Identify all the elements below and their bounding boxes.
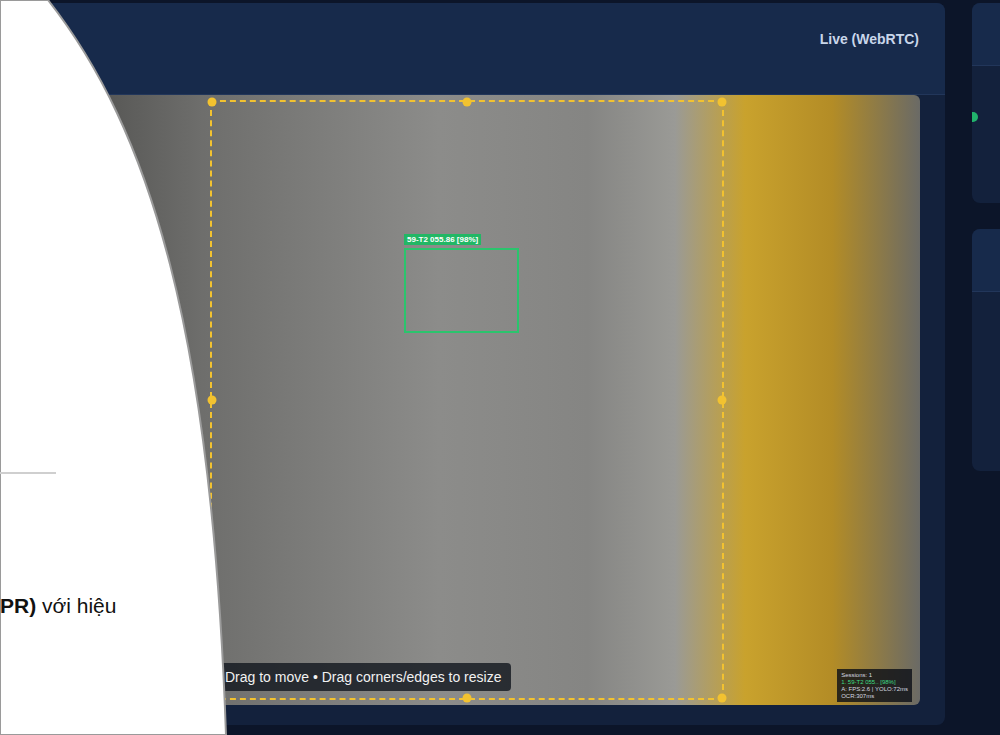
page: Live (WebRTC) 59-T2 055.86 [98%] Drag to m…	[0, 0, 1000, 735]
plate-label: 59-T2 055.86 [98%]	[404, 234, 481, 245]
stat-line: Sessions: 1	[841, 672, 908, 678]
roi-handle[interactable]	[208, 98, 217, 107]
stats-overlay: Sessions: 11. 59-T2 055.. [98%]A: FPS:2.…	[837, 669, 912, 702]
slide-text: PR) với hiệu	[0, 594, 116, 618]
roi-handle[interactable]	[208, 396, 217, 405]
roi-handle[interactable]	[718, 396, 727, 405]
slide-divider	[0, 472, 56, 474]
side-card	[972, 3, 1000, 203]
side-card-header	[972, 229, 1000, 292]
stat-line: A: FPS:2.6 | YOLO:72ms	[841, 686, 908, 692]
side-card-header	[972, 3, 1000, 66]
roi-handle[interactable]	[718, 98, 727, 107]
stat-line: 1. 59-T2 055.. [98%]	[841, 679, 908, 685]
roi-hint: Drag to move • Drag corners/edges to res…	[215, 663, 511, 691]
stat-line: OCR:307ms	[841, 693, 908, 699]
roi-box[interactable]	[210, 100, 724, 700]
panel-header: Live (WebRTC)	[0, 3, 945, 95]
roi-handle[interactable]	[463, 694, 472, 703]
side-card	[972, 229, 1000, 471]
side-card-body	[972, 292, 1000, 348]
status-dot	[972, 338, 978, 348]
roi-handle[interactable]	[718, 694, 727, 703]
roi-handle[interactable]	[463, 98, 472, 107]
plate-box	[404, 248, 519, 333]
side-card-body	[972, 66, 1000, 122]
slide-curve	[0, 0, 240, 735]
side-column	[972, 3, 1000, 725]
status-dot	[972, 112, 978, 122]
panel-title: Live (WebRTC)	[820, 31, 919, 47]
